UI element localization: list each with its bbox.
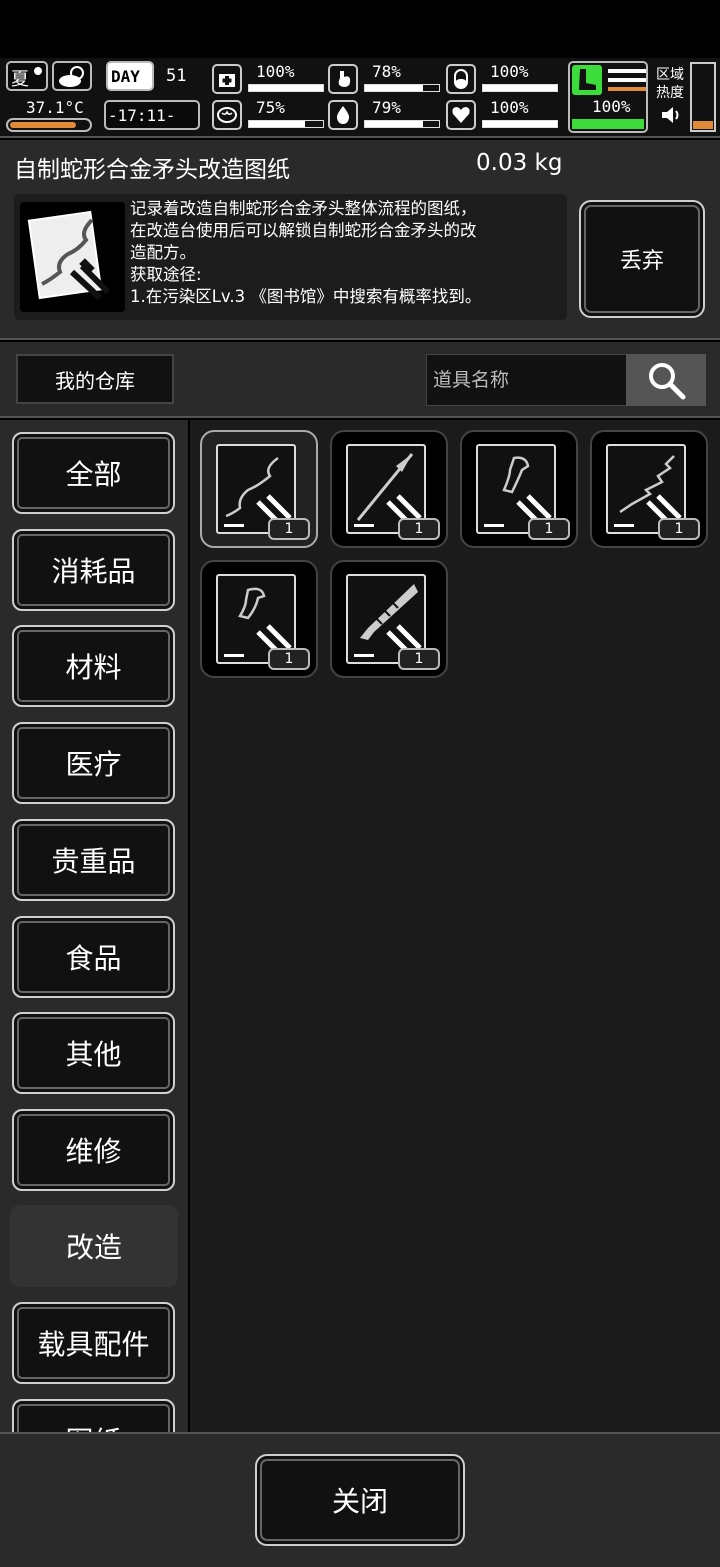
item-count: 1 <box>268 648 310 670</box>
heart-icon <box>446 100 476 130</box>
item-search-input[interactable] <box>426 354 626 406</box>
item-count: 1 <box>528 518 570 540</box>
item-slot-serpent-spearhead-blueprint[interactable]: 1 <box>200 430 318 548</box>
item-weight: 0.03 kg <box>476 150 563 176</box>
item-description: 记录着改造自制蛇形合金矛头整体流程的图纸， 在改造台使用后可以解锁自制蛇形合金矛… <box>130 199 482 306</box>
category-valuables[interactable]: 贵重品 <box>12 819 175 901</box>
stat-hunger-value: 78% <box>372 62 401 81</box>
item-count: 1 <box>268 518 310 540</box>
clock-time: -17:11- <box>108 106 176 125</box>
category-medical[interactable]: 医疗 <box>12 722 175 804</box>
stat-thirst: 79% <box>328 98 443 134</box>
discard-button[interactable]: 丢弃 <box>579 200 705 318</box>
day-box: DAY <box>106 61 154 91</box>
stat-thirst-bar <box>365 121 424 127</box>
region-heat-label: 区域 热度 <box>656 67 684 101</box>
category-food[interactable]: 食品 <box>12 916 175 998</box>
warehouse-header: 我的仓库 <box>0 342 720 418</box>
search-icon <box>649 363 686 400</box>
stat-hunger-bar <box>365 85 423 91</box>
category-all[interactable]: 全部 <box>12 432 175 514</box>
stamina-value: 100% <box>592 97 631 116</box>
item-count: 1 <box>398 648 440 670</box>
category-consumables[interactable]: 消耗品 <box>12 529 175 611</box>
sound-icon[interactable] <box>660 104 684 126</box>
water-drop-icon <box>328 100 358 130</box>
stomach-icon <box>328 64 358 94</box>
stat-sanity: 75% <box>212 98 327 134</box>
category-blueprints[interactable]: 图纸 <box>12 1399 175 1432</box>
item-slot-trigger-blueprint-a[interactable]: 1 <box>460 430 578 548</box>
item-name: 自制蛇形合金矛头改造图纸 <box>14 157 290 183</box>
stat-hunger: 78% <box>328 62 443 98</box>
item-detail-panel: 自制蛇形合金矛头改造图纸 0.03 kg 记录着改造自制蛇形合金矛头整体流程的图… <box>0 140 720 340</box>
item-slot-jagged-blade-blueprint[interactable]: 1 <box>590 430 708 548</box>
pill-icon <box>446 64 476 94</box>
stat-medicine-value: 100% <box>490 62 529 81</box>
temperature-bar <box>6 118 92 132</box>
first-aid-icon <box>212 64 242 94</box>
stat-mood-value: 100% <box>490 98 529 117</box>
close-button[interactable]: 关闭 <box>255 1454 465 1546</box>
item-grid: 1 1 1 1 1 1 <box>190 420 720 1432</box>
footer: 关闭 <box>0 1432 720 1567</box>
item-count: 1 <box>398 518 440 540</box>
category-other[interactable]: 其他 <box>12 1012 175 1094</box>
item-slot-spear-blueprint[interactable]: 1 <box>330 430 448 548</box>
search-button[interactable] <box>626 354 706 406</box>
stat-thirst-value: 79% <box>372 98 401 117</box>
day-label: DAY <box>111 67 140 86</box>
item-count: 1 <box>658 518 700 540</box>
stat-health: 100% <box>212 62 327 98</box>
stat-mood-bar <box>483 121 557 127</box>
category-materials[interactable]: 材料 <box>12 625 175 707</box>
stat-health-value: 100% <box>256 62 295 81</box>
stat-sanity-bar <box>249 121 305 127</box>
item-slot-trigger-blueprint-b[interactable]: 1 <box>200 560 318 678</box>
item-slot-saw-blade-blueprint[interactable]: 1 <box>330 560 448 678</box>
category-modification[interactable]: 改造 <box>10 1205 178 1287</box>
item-description-box: 记录着改造自制蛇形合金矛头整体流程的图纸， 在改造台使用后可以解锁自制蛇形合金矛… <box>14 194 567 320</box>
status-bar: 夏 37.1°C DAY 51 -17:11- 100% 78% 100% 75… <box>0 58 720 138</box>
category-vehicle-parts[interactable]: 载具配件 <box>12 1302 175 1384</box>
weather-indicator <box>52 61 92 91</box>
stat-sanity-value: 75% <box>256 98 285 117</box>
stamina-bar <box>572 119 644 129</box>
boot-icon <box>572 65 602 95</box>
category-sidebar: 全部 消耗品 材料 医疗 贵重品 食品 其他 维修 改造 载具配件 图纸 <box>0 420 188 1432</box>
brain-icon <box>212 100 242 130</box>
stat-mood: 100% <box>446 98 561 134</box>
region-heat-meter <box>690 62 716 132</box>
day-number: 51 <box>166 66 187 86</box>
season-indicator: 夏 <box>6 61 48 91</box>
category-repair[interactable]: 维修 <box>12 1109 175 1191</box>
stat-medicine-bar <box>483 85 557 91</box>
sun-icon <box>34 67 42 75</box>
cloudy-sun-icon <box>59 66 84 87</box>
stamina-box: 100% <box>568 61 648 133</box>
clock-box: -17:11- <box>104 100 200 130</box>
season-label: 夏 <box>11 69 29 90</box>
blueprint-icon <box>20 202 125 312</box>
stat-medicine: 100% <box>446 62 561 98</box>
temperature-readout: 37.1°C <box>26 98 84 117</box>
my-warehouse-tab[interactable]: 我的仓库 <box>16 354 174 404</box>
stat-health-bar <box>249 85 323 91</box>
